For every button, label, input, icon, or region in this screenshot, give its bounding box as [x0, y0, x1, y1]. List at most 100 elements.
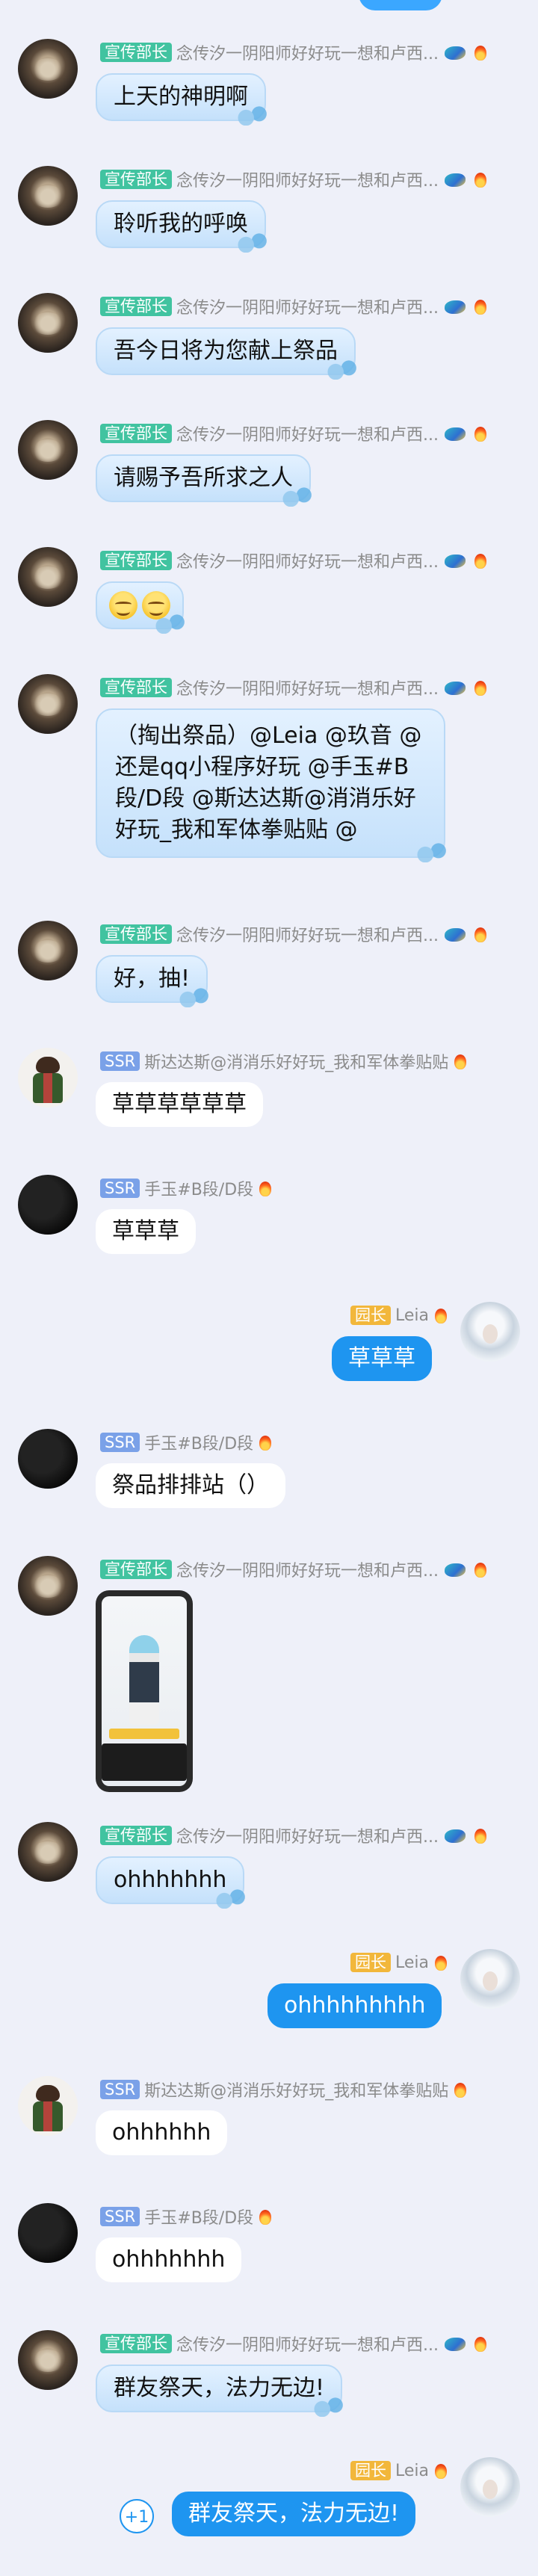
message-bubble[interactable]: 草草草: [332, 1336, 432, 1381]
sender-name[interactable]: Leia: [395, 1953, 429, 1972]
message-bubble[interactable]: ohhhhhhh: [96, 2237, 242, 2282]
sender-meta: 宣传部长 念传汐一阴阳师好好玩一想和卢西...: [100, 167, 488, 191]
sender-meta: 宣传部长 念传汐一阴阳师好好玩一想和卢西...: [100, 549, 488, 572]
sender-name[interactable]: 念传汐一阴阳师好好玩一想和卢西...: [176, 294, 439, 318]
dragon-badge-icon: [443, 42, 469, 63]
fire-icon: [453, 2081, 468, 2098]
sender-name[interactable]: 念传汐一阴阳师好好玩一想和卢西...: [176, 549, 439, 572]
sender-meta: SSR 斯达达斯@消消乐好好玩_我和军体拳贴贴: [100, 1051, 468, 1072]
message-bubble[interactable]: ohhhhhh: [96, 2110, 228, 2155]
message-bubble[interactable]: 请赐予吾所求之人: [96, 454, 314, 507]
sender-name[interactable]: 手玉#B段/D段: [144, 2205, 253, 2228]
title-badge: 园长: [350, 1306, 391, 1325]
sender-meta: 宣传部长 念传汐一阴阳师好好玩一想和卢西...: [100, 1823, 488, 1847]
message-bubble[interactable]: 好，抽!: [96, 955, 211, 1007]
avatar[interactable]: [18, 547, 78, 607]
message-bubble[interactable]: 草草草草草草: [96, 1082, 263, 1127]
message-bubble[interactable]: [96, 581, 187, 634]
thumbnail-panel: [102, 1743, 187, 1781]
fire-icon: [473, 43, 488, 61]
smile-emoji-icon: [142, 591, 170, 620]
fire-icon: [473, 925, 488, 943]
sender-name[interactable]: Leia: [395, 2462, 429, 2480]
sender-name[interactable]: 斯达达斯@消消乐好好玩_我和军体拳贴贴: [144, 1049, 448, 1073]
avatar[interactable]: [18, 1822, 78, 1882]
avatar[interactable]: [18, 2203, 78, 2263]
message-bubble[interactable]: （掏出祭品）@Leia @玖音 @还是qq小程序好玩 @手玉#B段/D段 @斯达…: [96, 708, 448, 862]
sender-name[interactable]: 念传汐一阴阳师好好玩一想和卢西...: [176, 1823, 439, 1847]
sender-meta: SSR 手玉#B段/D段: [100, 1430, 273, 1454]
title-badge: 宣传部长: [100, 43, 172, 62]
avatar[interactable]: [18, 921, 78, 980]
fire-icon: [473, 170, 488, 188]
message-bubble[interactable]: 聆听我的呼唤: [96, 200, 269, 253]
message-bubble[interactable]: 群友祭天，法力无边!: [96, 2365, 346, 2417]
fire-icon: [258, 1433, 273, 1451]
title-badge: 宣传部长: [100, 551, 172, 570]
title-badge: SSR: [100, 2080, 140, 2099]
sender-meta: 宣传部长 念传汐一阴阳师好好玩一想和卢西...: [100, 421, 488, 445]
dragon-badge-icon: [443, 2333, 469, 2354]
sender-name[interactable]: 念传汐一阴阳师好好玩一想和卢西...: [176, 676, 439, 699]
title-badge: 园长: [350, 1953, 391, 1972]
sender-meta: 宣传部长 念传汐一阴阳师好好玩一想和卢西...: [100, 40, 488, 64]
message-bubble[interactable]: 吾今日将为您献上祭品: [96, 327, 359, 380]
avatar[interactable]: [18, 1556, 78, 1616]
avatar[interactable]: [18, 1048, 78, 1108]
previous-message-bubble: [359, 0, 442, 10]
fire-icon: [473, 679, 488, 696]
avatar[interactable]: [18, 166, 78, 226]
emoji-row: [109, 590, 170, 620]
sender-name[interactable]: 念传汐一阴阳师好好玩一想和卢西...: [176, 40, 439, 64]
sender-meta: 宣传部长 念传汐一阴阳师好好玩一想和卢西...: [100, 924, 488, 945]
sender-name[interactable]: 手玉#B段/D段: [144, 1430, 253, 1454]
dragon-badge-icon: [443, 296, 469, 317]
plus-one-button[interactable]: +1: [120, 2499, 154, 2533]
avatar[interactable]: [18, 2330, 78, 2390]
avatar[interactable]: [460, 1949, 520, 2009]
message-bubble[interactable]: ohhhhhhh: [96, 1856, 248, 1909]
sender-name[interactable]: 手玉#B段/D段: [144, 1176, 253, 1200]
title-badge: 宣传部长: [100, 2334, 172, 2353]
chat-list[interactable]: 宣传部长 念传汐一阴阳师好好玩一想和卢西... 上天的神明啊 宣传部长 念传汐一…: [0, 0, 538, 2576]
sender-name[interactable]: 念传汐一阴阳师好好玩一想和卢西...: [176, 922, 439, 946]
title-badge: SSR: [100, 1051, 140, 1071]
avatar[interactable]: [18, 293, 78, 353]
title-badge: 宣传部长: [100, 924, 172, 944]
avatar[interactable]: [460, 2457, 520, 2517]
message-bubble[interactable]: 祭品排排站（）: [96, 1463, 285, 1508]
avatar[interactable]: [18, 39, 78, 99]
message-bubble[interactable]: 群友祭天，法力无边!: [172, 2492, 416, 2536]
sender-meta: 宣传部长 念传汐一阴阳师好好玩一想和卢西...: [100, 1557, 488, 1581]
smile-emoji-icon: [109, 591, 137, 620]
sender-name[interactable]: Leia: [395, 1306, 429, 1325]
image-message[interactable]: [96, 1590, 193, 1792]
avatar[interactable]: [18, 2076, 78, 2136]
sender-meta: 园长 Leia: [350, 2460, 448, 2481]
dragon-badge-icon: [443, 677, 469, 698]
sender-name[interactable]: 念传汐一阴阳师好好玩一想和卢西...: [176, 2332, 439, 2356]
avatar[interactable]: [460, 1302, 520, 1362]
fire-icon: [433, 2462, 448, 2480]
message-bubble[interactable]: 草草草: [96, 1209, 196, 1254]
message-bubble[interactable]: ohhhhhhhhh: [268, 1983, 442, 2028]
fire-icon: [473, 297, 488, 315]
message-bubble[interactable]: 上天的神明啊: [96, 73, 269, 126]
dragon-badge-icon: [443, 1559, 469, 1580]
sender-name[interactable]: 念传汐一阴阳师好好玩一想和卢西...: [176, 1557, 439, 1581]
avatar[interactable]: [18, 420, 78, 480]
avatar[interactable]: [18, 1175, 78, 1235]
dragon-badge-icon: [443, 423, 469, 444]
title-badge: SSR: [100, 1179, 140, 1198]
title-badge: 宣传部长: [100, 1560, 172, 1579]
avatar[interactable]: [18, 1429, 78, 1489]
fire-icon: [453, 1052, 468, 1070]
avatar[interactable]: [18, 674, 78, 734]
sender-name[interactable]: 念传汐一阴阳师好好玩一想和卢西...: [176, 421, 439, 445]
title-badge: 园长: [350, 2461, 391, 2480]
sender-name[interactable]: 斯达达斯@消消乐好好玩_我和军体拳贴贴: [144, 2078, 448, 2101]
sender-name[interactable]: 念传汐一阴阳师好好玩一想和卢西...: [176, 167, 439, 191]
fire-icon: [473, 2335, 488, 2353]
fire-icon: [473, 424, 488, 442]
fire-icon: [473, 1560, 488, 1578]
